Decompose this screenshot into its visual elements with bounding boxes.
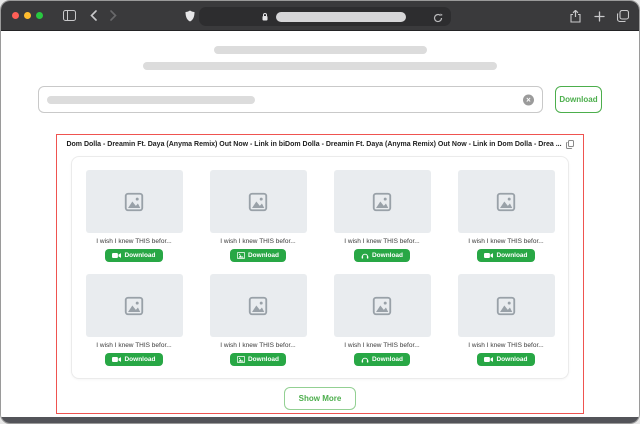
- card-title: I wish I knew THIS befor...: [468, 238, 543, 245]
- audio-icon: [361, 356, 369, 363]
- image-placeholder-icon: [123, 191, 145, 213]
- thumbnail-placeholder: [210, 170, 307, 233]
- browser-window: × Download Dom Dolla - Dreamin Ft. Daya …: [0, 0, 640, 424]
- result-card: I wish I knew THIS befor... Download: [210, 170, 307, 262]
- card-download-label: Download: [496, 252, 527, 259]
- share-icon[interactable]: [567, 8, 583, 24]
- card-download-button[interactable]: Download: [477, 249, 534, 262]
- video-icon: [484, 356, 493, 363]
- image-placeholder-icon: [495, 295, 517, 317]
- reload-icon[interactable]: [430, 10, 446, 26]
- thumbnail-placeholder: [86, 170, 183, 233]
- window-bottom-edge: [1, 417, 639, 423]
- card-download-button[interactable]: Download: [105, 353, 162, 366]
- web-page: × Download Dom Dolla - Dreamin Ft. Daya …: [1, 32, 639, 417]
- highlighted-result-region: Dom Dolla - Dreamin Ft. Daya (Anyma Remi…: [56, 134, 584, 414]
- image-placeholder-icon: [371, 295, 393, 317]
- card-download-label: Download: [248, 356, 279, 363]
- card-download-button[interactable]: Download: [354, 353, 410, 366]
- card-download-label: Download: [124, 252, 155, 259]
- page-subheading-skeleton: [143, 62, 497, 70]
- thumbnail-placeholder: [458, 274, 555, 337]
- result-card: I wish I knew THIS befor... Download: [86, 274, 183, 366]
- url-input-redacted-value: [47, 96, 255, 104]
- card-download-label: Download: [372, 356, 403, 363]
- card-download-label: Download: [496, 356, 527, 363]
- image-placeholder-icon: [495, 191, 517, 213]
- image-icon: [237, 252, 245, 259]
- card-title: I wish I knew THIS befor...: [220, 238, 295, 245]
- card-title: I wish I knew THIS befor...: [220, 342, 295, 349]
- results-grid: I wish I knew THIS befor... Download I w…: [86, 170, 554, 366]
- video-icon: [112, 252, 121, 259]
- result-card: I wish I knew THIS befor... Download: [458, 170, 555, 262]
- card-download-button[interactable]: Download: [354, 249, 410, 262]
- card-download-button[interactable]: Download: [105, 249, 162, 262]
- image-placeholder-icon: [247, 191, 269, 213]
- result-card: I wish I knew THIS befor... Download: [458, 274, 555, 366]
- card-title: I wish I knew THIS befor...: [96, 342, 171, 349]
- card-download-button[interactable]: Download: [477, 353, 534, 366]
- card-download-label: Download: [124, 356, 155, 363]
- thumbnail-placeholder: [334, 274, 431, 337]
- address-bar[interactable]: [199, 7, 451, 26]
- audio-icon: [361, 252, 369, 259]
- card-title: I wish I knew THIS befor...: [468, 342, 543, 349]
- sidebar-toggle-icon[interactable]: [61, 8, 77, 24]
- forward-icon[interactable]: [105, 8, 121, 24]
- close-window-button[interactable]: [12, 12, 19, 19]
- thumbnail-placeholder: [334, 170, 431, 233]
- result-title: Dom Dolla - Dreamin Ft. Daya (Anyma Remi…: [66, 141, 561, 148]
- image-placeholder-icon: [123, 295, 145, 317]
- thumbnail-placeholder: [86, 274, 183, 337]
- result-title-row: Dom Dolla - Dreamin Ft. Daya (Anyma Remi…: [57, 140, 583, 149]
- lock-icon: [257, 9, 273, 25]
- image-icon: [237, 356, 245, 363]
- window-controls: [12, 12, 43, 19]
- result-card: I wish I knew THIS befor... Download: [86, 170, 183, 262]
- url-search-row: × Download: [38, 86, 602, 113]
- copy-icon[interactable]: [566, 140, 574, 149]
- privacy-shield-icon[interactable]: [182, 8, 198, 24]
- new-tab-icon[interactable]: [591, 8, 607, 24]
- tab-overview-icon[interactable]: [615, 8, 631, 24]
- card-title: I wish I knew THIS befor...: [344, 342, 419, 349]
- back-icon[interactable]: [85, 8, 101, 24]
- card-title: I wish I knew THIS befor...: [344, 238, 419, 245]
- thumbnail-placeholder: [458, 170, 555, 233]
- card-download-label: Download: [248, 252, 279, 259]
- card-title: I wish I knew THIS befor...: [96, 238, 171, 245]
- page-heading-skeleton: [214, 46, 427, 54]
- video-icon: [484, 252, 493, 259]
- image-placeholder-icon: [371, 191, 393, 213]
- card-download-button[interactable]: Download: [230, 249, 286, 262]
- card-download-label: Download: [372, 252, 403, 259]
- thumbnail-placeholder: [210, 274, 307, 337]
- result-card: I wish I knew THIS befor... Download: [334, 170, 431, 262]
- url-input[interactable]: ×: [38, 86, 543, 113]
- browser-toolbar: [1, 1, 639, 31]
- show-more-button[interactable]: Show More: [284, 387, 357, 410]
- result-card: I wish I knew THIS befor... Download: [334, 274, 431, 366]
- clear-input-icon[interactable]: ×: [523, 94, 534, 105]
- minimize-window-button[interactable]: [24, 12, 31, 19]
- video-icon: [112, 356, 121, 363]
- results-panel: I wish I knew THIS befor... Download I w…: [71, 156, 569, 379]
- result-card: I wish I knew THIS befor... Download: [210, 274, 307, 366]
- zoom-window-button[interactable]: [36, 12, 43, 19]
- card-download-button[interactable]: Download: [230, 353, 286, 366]
- address-redacted-text: [276, 12, 406, 22]
- download-button[interactable]: Download: [555, 86, 602, 113]
- image-placeholder-icon: [247, 295, 269, 317]
